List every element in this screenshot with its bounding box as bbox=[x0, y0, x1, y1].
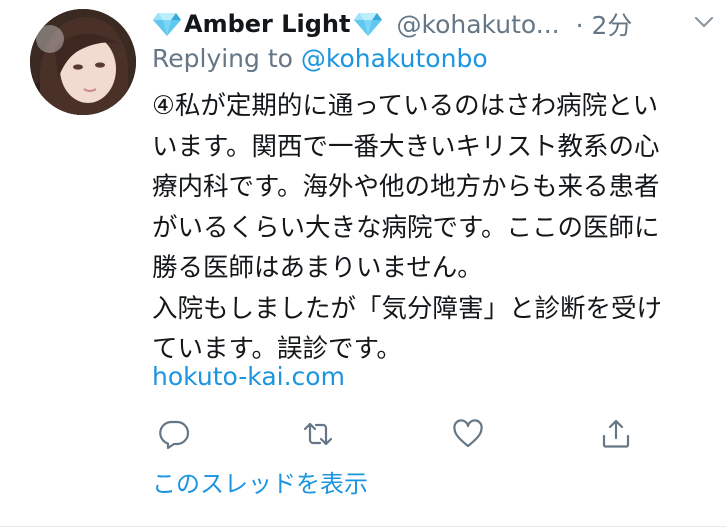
heart-icon bbox=[453, 419, 483, 448]
diamond-icon bbox=[152, 10, 182, 38]
show-thread-link[interactable]: このスレッドを表示 bbox=[152, 464, 368, 499]
display-name[interactable]: Amber Light bbox=[184, 10, 351, 38]
replying-to-label: Replying to bbox=[152, 44, 293, 73]
tweet-body-line: 勝る医師はあまりいません。 bbox=[152, 253, 483, 283]
reply-mention-link[interactable]: @kohakutonbo bbox=[301, 44, 488, 73]
user-handle[interactable]: @kohakuto... bbox=[397, 10, 560, 39]
tweet: Amber Light @kohakuto... · 2分 Replying t… bbox=[0, 0, 726, 531]
action-bar bbox=[152, 416, 652, 456]
tweet-body-line: 入院もしましたが「気分障害」と診断を受け bbox=[152, 293, 663, 324]
tweet-body-line: ④私が定期的に通っているのはさわ病院とい bbox=[152, 91, 659, 121]
share-button[interactable] bbox=[598, 416, 634, 452]
reply-button[interactable] bbox=[156, 416, 192, 452]
tweet-header: Amber Light @kohakuto... · 2分 bbox=[152, 6, 632, 42]
replying-to: Replying to @kohakutonbo bbox=[152, 44, 488, 73]
tweet-body-line: 療内科です。海外や他の地方からも来る患者 bbox=[152, 172, 660, 202]
reply-icon bbox=[159, 420, 190, 450]
like-button[interactable] bbox=[450, 416, 486, 452]
avatar[interactable] bbox=[30, 9, 136, 115]
timestamp[interactable]: · 2分 bbox=[576, 6, 633, 42]
tweet-body: ④私が定期的に通っているのはさわ病院とい います。関西で一番大きいキリスト教系の… bbox=[152, 86, 724, 370]
tweet-body-line: います。関西で一番大きいキリスト教系の心 bbox=[152, 131, 660, 162]
url-link[interactable]: hokuto-kai.com bbox=[152, 362, 345, 391]
retweet-button[interactable] bbox=[300, 416, 336, 452]
divider bbox=[0, 526, 726, 527]
chevron-down-icon[interactable] bbox=[694, 14, 714, 28]
tweet-body-line: がいるくらい大きな病院です。ここの医師に bbox=[152, 212, 660, 243]
share-icon bbox=[602, 419, 630, 448]
diamond-icon bbox=[353, 10, 383, 38]
retweet-icon bbox=[303, 422, 333, 446]
